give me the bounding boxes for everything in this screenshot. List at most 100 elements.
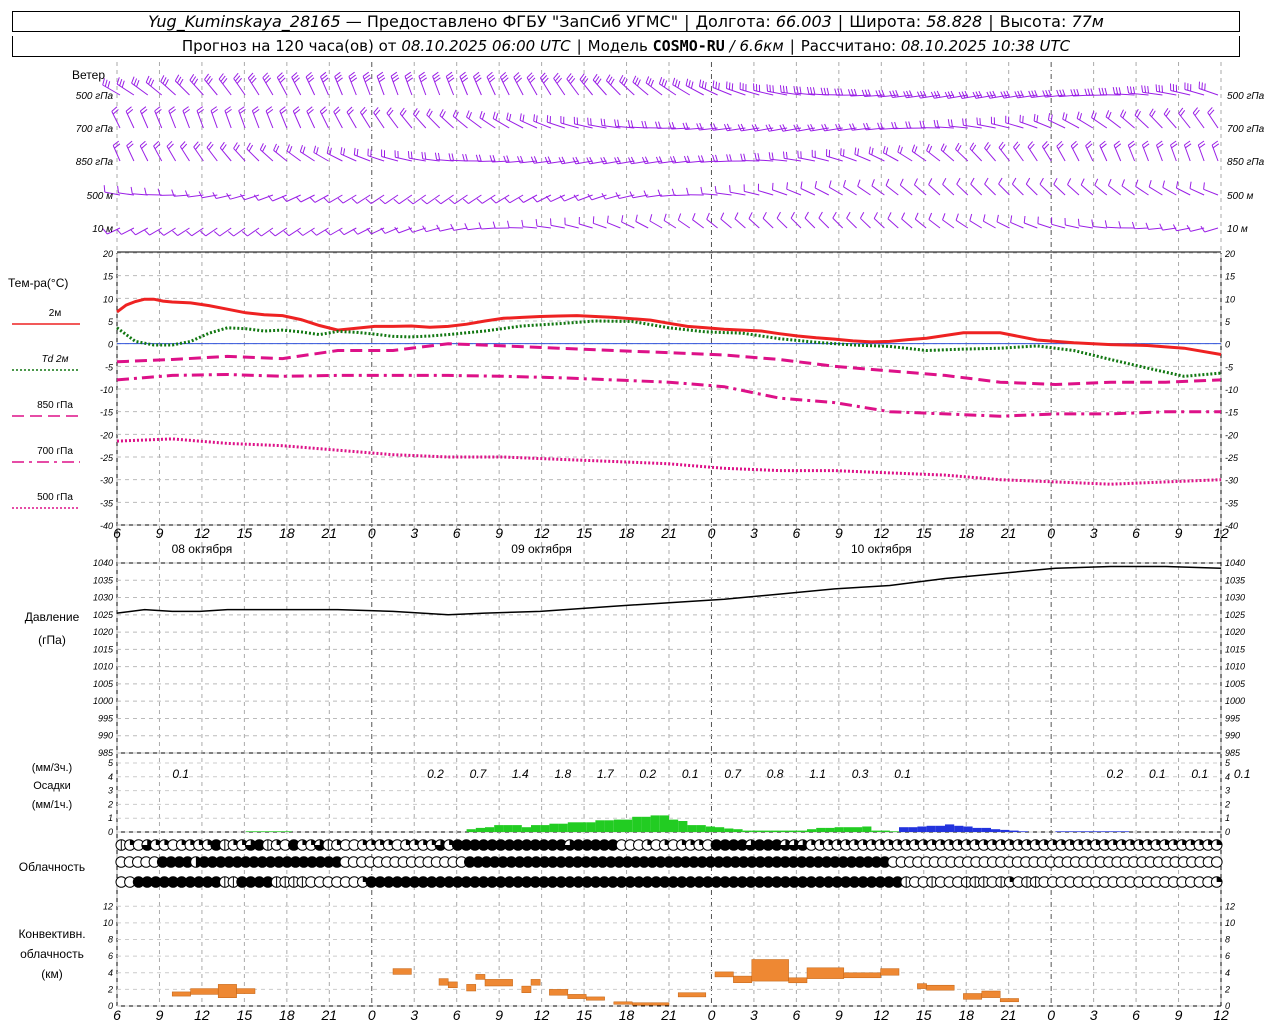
wind-barb [1148,227,1163,230]
wind-barb [1065,224,1080,229]
hour-tick-label: 21 [321,1007,338,1023]
wind-barb-feather [1053,177,1058,185]
wind-barb-feather [451,153,454,161]
wind-barb-feather [168,106,175,112]
wind-barb-feather [479,110,483,118]
wind-barb-feather [1013,141,1019,148]
wind-barb-feather [940,143,945,151]
wind-barb-feather [947,119,950,127]
wind-barb-feather [926,143,930,151]
wind-barb-feather [213,231,221,237]
wind-barb-feather [589,156,594,164]
wind-barb-feather [1101,87,1105,95]
hour-tick-label: 6 [1132,1007,1140,1023]
wind-barb [276,77,288,96]
wind-barb-feather [1118,87,1122,95]
pressure-tick: 1015 [93,644,114,654]
wind-barb-feather [776,211,781,219]
wind-barb-feather [350,77,358,83]
wind-barb [619,81,635,96]
wind-barb-feather [476,198,483,204]
wind-barb [885,185,899,196]
wind-barb-feather [871,147,874,155]
wind-barb-feather [996,214,999,222]
conv-cloud-bar [190,988,219,995]
wind-barb-feather [206,141,212,148]
wind-barb-feather [655,156,660,164]
wind-barb-feather [871,179,875,186]
wind-barb-feather [407,151,410,159]
wind-barb-feather [1036,115,1039,123]
wind-barb-feather [1161,85,1163,93]
precip-tick: 4 [1225,772,1230,782]
precip-total-label: 0.8 [767,767,784,781]
conv-cloud-bar [677,992,707,998]
precip-tick: 0 [108,827,113,837]
wind-barb-feather [600,157,605,165]
wind-barb-feather [961,91,966,99]
wind-barb-feather [701,80,704,88]
wind-barb-feather [363,74,371,80]
wind-barb-feather [297,230,304,236]
wind-barb-feather [292,106,300,112]
snow-bar [1073,831,1083,832]
wind-barb-feather [489,77,496,83]
conv-tick: 8 [108,935,113,945]
temp-tick: 20 [1224,249,1235,259]
snow-bar [991,829,1001,832]
wind-barb-feather [619,74,624,82]
wind-barb-feather [1014,91,1018,99]
wind-barb-feather [466,110,470,118]
hour-tick-label: 21 [321,525,338,541]
wind-barb-feather [955,142,960,150]
precip-total-label: 0.7 [470,767,488,781]
wind-barb-feather [956,177,961,185]
wind-barb-feather [1050,114,1053,122]
hour-tick-label: 3 [750,1007,758,1023]
wind-barb-feather [635,214,638,222]
wind-barb-feather [393,198,400,205]
wind-barb-feather [1170,140,1177,146]
wind-barb-feather [294,109,301,115]
wind-barb-feather [674,79,678,87]
rain-bar [834,827,844,832]
rain-bar [871,830,881,832]
wind-barb [1037,223,1052,229]
wind-barb-feather [1091,219,1094,227]
wind-barb [356,194,371,204]
wind-barb-feather [246,142,251,150]
temp-tick: -10 [1225,385,1238,395]
hour-tick-label: 12 [534,525,550,541]
wind-barb-feather [1204,83,1206,91]
hour-tick-label: 18 [619,1007,635,1023]
wind-barb-feather [1014,143,1021,150]
hour-tick-label: 6 [792,525,800,541]
wind-barb-feather [259,143,264,150]
wind-barb [1012,183,1024,196]
wind-barb-feather [461,77,469,83]
wind-barb-feather [928,212,933,220]
hour-tick-label: 21 [1000,1007,1017,1023]
wind-barb-feather [723,124,728,131]
wind-barb-feather [309,197,316,203]
temp-tick: -5 [105,362,114,372]
wind-barb-feather [362,71,369,77]
precip-total-label: 0.2 [639,767,656,781]
wind-barb-feather [1212,143,1220,149]
wind-barb-feather [930,91,935,99]
wind-barb-feather [1163,108,1169,115]
wind-barb-feather [892,90,896,98]
wind-barb-feather [868,146,871,154]
wind-barb-feather [942,145,947,153]
wind-barb [509,194,524,204]
wind-barb-feather [685,78,689,86]
conv-tick: 4 [1225,968,1230,978]
rain-bar [733,829,743,832]
wind-barb-feather [460,74,467,80]
wind-barb [663,220,677,229]
wind-barb-feather [219,141,225,149]
wind-barb-feather [992,90,997,98]
wind-barb-feather [462,198,469,204]
wind-barb-feather [804,211,809,219]
day-label: 09 октября [511,542,572,556]
